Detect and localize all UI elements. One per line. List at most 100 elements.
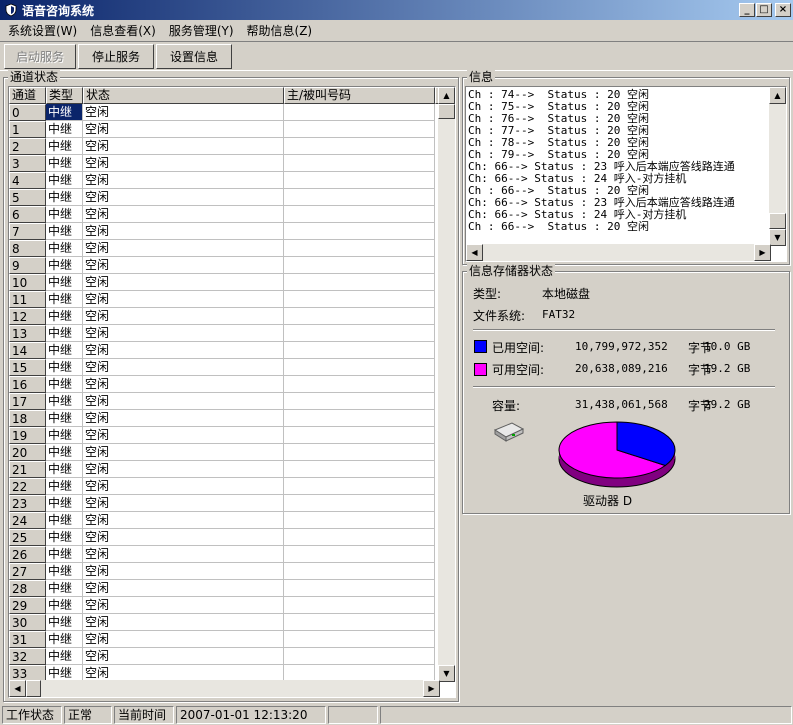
table-row[interactable]: 14 中继 空闲	[9, 342, 440, 359]
channel-status-cell[interactable]: 空闲	[83, 478, 284, 495]
channel-number-cell[interactable]: 2	[9, 138, 46, 155]
channel-number-cell-empty[interactable]	[284, 495, 435, 512]
channel-status-cell[interactable]: 空闲	[83, 512, 284, 529]
channel-type-cell[interactable]: 中继	[46, 410, 83, 427]
channel-type-cell[interactable]: 中继	[46, 138, 83, 155]
channel-number-cell[interactable]: 22	[9, 478, 46, 495]
table-row[interactable]: 28 中继 空闲	[9, 580, 440, 597]
channel-number-cell-empty[interactable]	[284, 427, 435, 444]
channel-type-cell[interactable]: 中继	[46, 189, 83, 206]
channel-number-cell-empty[interactable]	[284, 274, 435, 291]
channel-status-cell[interactable]: 空闲	[83, 495, 284, 512]
channel-number-cell-empty[interactable]	[284, 172, 435, 189]
channel-type-cell[interactable]: 中继	[46, 614, 83, 631]
close-button[interactable]: ×	[775, 3, 791, 17]
stop-service-button[interactable]: 停止服务	[78, 43, 154, 69]
table-row[interactable]: 6 中继 空闲	[9, 206, 440, 223]
table-row[interactable]: 11 中继 空闲	[9, 291, 440, 308]
table-row[interactable]: 20 中继 空闲	[9, 444, 440, 461]
minimize-button[interactable]: _	[739, 3, 755, 17]
channel-status-cell[interactable]: 空闲	[83, 189, 284, 206]
table-row[interactable]: 16 中继 空闲	[9, 376, 440, 393]
channel-number-cell-empty[interactable]	[284, 155, 435, 172]
log-vertical-scroll-thumb[interactable]	[769, 213, 786, 229]
channel-status-cell[interactable]: 空闲	[83, 121, 284, 138]
channel-type-cell[interactable]: 中继	[46, 155, 83, 172]
channel-type-cell[interactable]: 中继	[46, 580, 83, 597]
channel-status-cell[interactable]: 空闲	[83, 563, 284, 580]
channel-status-cell[interactable]: 空闲	[83, 393, 284, 410]
channel-status-cell[interactable]: 空闲	[83, 614, 284, 631]
channel-status-cell[interactable]: 空闲	[83, 155, 284, 172]
channel-status-cell[interactable]: 空闲	[83, 648, 284, 665]
table-row[interactable]: 32 中继 空闲	[9, 648, 440, 665]
channel-type-cell[interactable]: 中继	[46, 546, 83, 563]
channel-status-cell[interactable]: 空闲	[83, 223, 284, 240]
channel-status-cell[interactable]: 空闲	[83, 240, 284, 257]
channel-type-cell[interactable]: 中继	[46, 529, 83, 546]
channel-number-cell[interactable]: 27	[9, 563, 46, 580]
channel-status-cell[interactable]: 空闲	[83, 410, 284, 427]
channel-number-cell-empty[interactable]	[284, 308, 435, 325]
table-row[interactable]: 13 中继 空闲	[9, 325, 440, 342]
channel-number-cell[interactable]: 6	[9, 206, 46, 223]
channel-status-cell[interactable]: 空闲	[83, 359, 284, 376]
horizontal-scroll-thumb[interactable]	[26, 680, 41, 697]
channel-type-cell[interactable]: 中继	[46, 376, 83, 393]
channel-status-cell[interactable]: 空闲	[83, 257, 284, 274]
table-row[interactable]: 25 中继 空闲	[9, 529, 440, 546]
menu-system-settings[interactable]: 系统设置(W)	[0, 22, 82, 39]
log-horizontal-scrollbar[interactable]: ◀ ▶	[466, 244, 771, 261]
channel-status-cell[interactable]: 空闲	[83, 631, 284, 648]
channel-number-cell[interactable]: 14	[9, 342, 46, 359]
scroll-down-arrow-icon[interactable]: ▼	[438, 665, 455, 682]
channel-status-cell[interactable]: 空闲	[83, 546, 284, 563]
table-row[interactable]: 12 中继 空闲	[9, 308, 440, 325]
title-bar[interactable]: 语音咨询系统 _ □ ×	[0, 0, 793, 20]
channel-status-cell[interactable]: 空闲	[83, 461, 284, 478]
menu-service-management[interactable]: 服务管理(Y)	[161, 22, 239, 39]
channel-type-cell[interactable]: 中继	[46, 291, 83, 308]
channel-status-cell[interactable]: 空闲	[83, 291, 284, 308]
channel-type-cell[interactable]: 中继	[46, 444, 83, 461]
channel-number-cell-empty[interactable]	[284, 563, 435, 580]
log-vertical-scrollbar[interactable]: ▲ ▼	[769, 87, 786, 246]
channel-type-cell[interactable]: 中继	[46, 274, 83, 291]
menu-help[interactable]: 帮助信息(Z)	[239, 22, 318, 39]
vertical-scroll-thumb[interactable]	[438, 104, 455, 119]
table-row[interactable]: 9 中继 空闲	[9, 257, 440, 274]
channel-status-cell[interactable]: 空闲	[83, 376, 284, 393]
channel-number-cell[interactable]: 11	[9, 291, 46, 308]
channel-number-cell[interactable]: 18	[9, 410, 46, 427]
channel-type-cell[interactable]: 中继	[46, 121, 83, 138]
channel-number-cell-empty[interactable]	[284, 325, 435, 342]
column-header-channel[interactable]: 通道	[9, 87, 46, 104]
channel-type-cell[interactable]: 中继	[46, 648, 83, 665]
channel-number-cell[interactable]: 15	[9, 359, 46, 376]
table-row[interactable]: 22 中继 空闲	[9, 478, 440, 495]
scroll-up-arrow-icon[interactable]: ▲	[438, 87, 455, 104]
channel-type-cell[interactable]: 中继	[46, 325, 83, 342]
scroll-right-arrow-icon[interactable]: ▶	[423, 680, 440, 697]
scroll-left-arrow-icon[interactable]: ◀	[9, 680, 26, 697]
channel-number-cell-empty[interactable]	[284, 478, 435, 495]
channel-number-cell-empty[interactable]	[284, 121, 435, 138]
channel-status-cell[interactable]: 空闲	[83, 427, 284, 444]
start-service-button[interactable]: 启动服务	[4, 43, 76, 69]
table-row[interactable]: 4 中继 空闲	[9, 172, 440, 189]
channel-number-cell[interactable]: 26	[9, 546, 46, 563]
table-row[interactable]: 29 中继 空闲	[9, 597, 440, 614]
channel-number-cell-empty[interactable]	[284, 206, 435, 223]
column-header-number[interactable]: 主/被叫号码	[284, 87, 435, 104]
channel-number-cell-empty[interactable]	[284, 597, 435, 614]
table-row[interactable]: 10 中继 空闲	[9, 274, 440, 291]
table-row[interactable]: 24 中继 空闲	[9, 512, 440, 529]
channel-type-cell[interactable]: 中继	[46, 342, 83, 359]
channel-type-cell[interactable]: 中继	[46, 478, 83, 495]
channel-number-cell[interactable]: 19	[9, 427, 46, 444]
channel-number-cell[interactable]: 21	[9, 461, 46, 478]
channel-type-cell[interactable]: 中继	[46, 257, 83, 274]
channel-number-cell[interactable]: 3	[9, 155, 46, 172]
channel-number-cell-empty[interactable]	[284, 257, 435, 274]
channel-number-cell-empty[interactable]	[284, 512, 435, 529]
